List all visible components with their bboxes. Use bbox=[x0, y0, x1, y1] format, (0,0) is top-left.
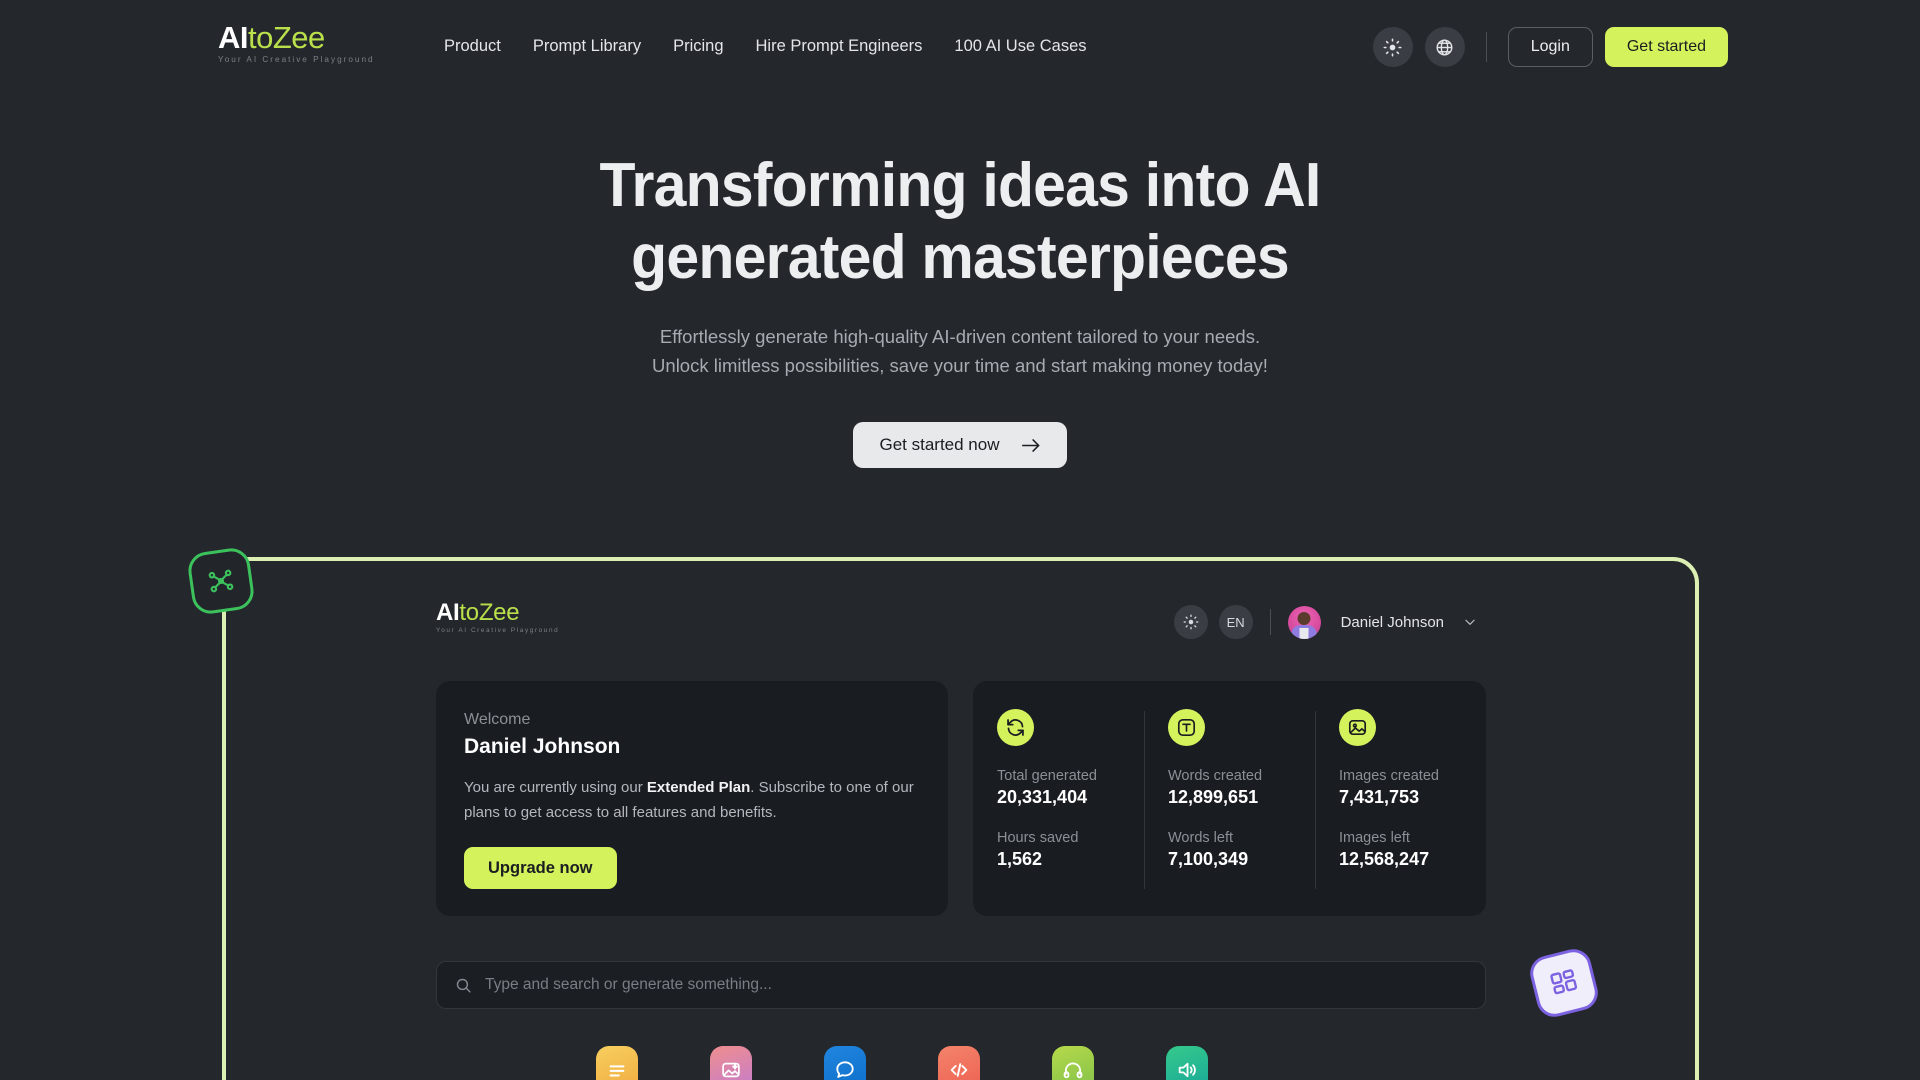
tool-speech-button[interactable] bbox=[1166, 1046, 1208, 1080]
upgrade-now-button[interactable]: Upgrade now bbox=[464, 847, 617, 889]
landing-page: AItoZee Your AI Creative Playground Prod… bbox=[0, 0, 1920, 1080]
site-logo[interactable]: AItoZee Your AI Creative Playground bbox=[218, 22, 375, 64]
sun-icon bbox=[1183, 614, 1199, 630]
get-started-button[interactable]: Get started bbox=[1604, 27, 1728, 67]
dashboard-logo-tagline: Your AI Creative Playground bbox=[436, 627, 560, 634]
stat-spacer bbox=[997, 808, 1120, 830]
language-selector-button[interactable] bbox=[1424, 27, 1465, 67]
stat-label-secondary: Words left bbox=[1168, 830, 1234, 846]
nav-divider bbox=[1485, 32, 1487, 62]
tool-text-button[interactable] bbox=[596, 1046, 638, 1080]
hero-section: Transforming ideas into AI generated mas… bbox=[0, 150, 1920, 468]
nav-link-pricing[interactable]: Pricing bbox=[657, 37, 739, 56]
welcome-user-name: Daniel Johnson bbox=[464, 735, 621, 758]
speaker-icon bbox=[1176, 1059, 1198, 1080]
text-t-icon bbox=[1168, 709, 1205, 746]
stat-spacer bbox=[1339, 808, 1462, 830]
hero-subtitle-line-2: Unlock limitless possibilities, save you… bbox=[652, 355, 1268, 376]
chevron-down-icon[interactable] bbox=[1463, 615, 1477, 629]
network-node-icon bbox=[205, 565, 237, 597]
hero-heading-line-2: generated masterpieces bbox=[631, 223, 1289, 292]
dashboard-preview-content: AItoZee Your AI Creative Playground EN D… bbox=[226, 561, 1695, 1080]
welcome-desc-before: You are currently using our bbox=[464, 779, 647, 796]
welcome-card: Welcome Daniel Johnson You are currently… bbox=[436, 681, 948, 916]
top-navigation-bar: AItoZee Your AI Creative Playground Prod… bbox=[0, 0, 1920, 96]
stat-label: Total generated bbox=[997, 768, 1097, 784]
hero-cta-label: Get started now bbox=[879, 435, 1000, 454]
tool-image-button[interactable] bbox=[710, 1046, 752, 1080]
dashboard-header-actions: EN Daniel Johnson bbox=[1173, 605, 1477, 639]
nav-link-product[interactable]: Product bbox=[444, 37, 517, 56]
stats-card: Total generated 20,331,404 Hours saved 1… bbox=[973, 681, 1486, 916]
hero-subtitle: Effortlessly generate high-quality AI-dr… bbox=[0, 322, 1920, 380]
dashboard-logo-text: AItoZee bbox=[436, 601, 1677, 625]
logo-tagline: Your AI Creative Playground bbox=[218, 55, 375, 64]
nav-actions: Login Get started bbox=[1372, 27, 1728, 67]
grid-dashboard-icon bbox=[1546, 965, 1582, 1001]
dashboard-preview-frame: AItoZee Your AI Creative Playground EN D… bbox=[222, 557, 1699, 1080]
logo-text: AItoZee bbox=[218, 22, 368, 53]
dashboard-header-divider bbox=[1269, 609, 1271, 635]
stat-label-secondary: Hours saved bbox=[997, 830, 1079, 846]
search-input[interactable]: Type and search or generate something... bbox=[436, 961, 1486, 1009]
globe-icon bbox=[1435, 38, 1454, 57]
stat-label: Words created bbox=[1168, 768, 1263, 784]
text-lines-icon bbox=[606, 1059, 628, 1080]
stat-column-images-created: Images created 7,431,753 Images left 12,… bbox=[1315, 709, 1486, 916]
avatar-face bbox=[1297, 611, 1311, 625]
dashboard-user-name[interactable]: Daniel Johnson bbox=[1341, 614, 1444, 631]
hero-subtitle-line-1: Effortlessly generate high-quality AI-dr… bbox=[659, 326, 1261, 347]
welcome-label: Welcome bbox=[464, 711, 531, 728]
nav-link-hire-prompt-engineers[interactable]: Hire Prompt Engineers bbox=[740, 37, 939, 56]
avatar-shirt bbox=[1299, 627, 1309, 639]
tool-code-button[interactable] bbox=[938, 1046, 980, 1080]
stat-label-secondary: Images left bbox=[1339, 830, 1410, 846]
stat-value-secondary: 12,568,247 bbox=[1339, 849, 1430, 869]
stat-value: 20,331,404 bbox=[997, 787, 1088, 807]
dashboard-theme-toggle-button[interactable] bbox=[1173, 605, 1208, 639]
floating-network-badge bbox=[185, 545, 257, 617]
dashboard-logo[interactable]: AItoZee Your AI Creative Playground bbox=[436, 601, 1677, 635]
nav-link-100-ai-use-cases[interactable]: 100 AI Use Cases bbox=[938, 37, 1102, 56]
dashboard-logo-tozee: toZee bbox=[459, 599, 520, 626]
tool-chat-button[interactable] bbox=[824, 1046, 866, 1080]
sun-icon bbox=[1383, 37, 1402, 57]
logo-text-tozee: toZee bbox=[248, 20, 325, 55]
welcome-plan-name: Extended Plan bbox=[646, 779, 751, 796]
chat-bubble-icon bbox=[834, 1059, 856, 1080]
refresh-icon bbox=[997, 709, 1034, 746]
dashboard-cards-row: Welcome Daniel Johnson You are currently… bbox=[436, 681, 1486, 916]
dashboard-header: AItoZee Your AI Creative Playground EN D… bbox=[436, 601, 1677, 659]
hero-heading-line-1: Transforming ideas into AI bbox=[599, 151, 1322, 220]
dashboard-logo-ai: AI bbox=[436, 599, 460, 626]
tool-audio-assistant-button[interactable] bbox=[1052, 1046, 1094, 1080]
stat-column-words-created: Words created 12,899,651 Words left 7,10… bbox=[1144, 709, 1315, 916]
hero-cta-wrapper: Get started now bbox=[0, 422, 1920, 468]
stat-spacer bbox=[1168, 808, 1291, 830]
search-placeholder: Type and search or generate something... bbox=[485, 976, 772, 993]
stat-column-total-generated: Total generated 20,331,404 Hours saved 1… bbox=[973, 709, 1144, 916]
avatar[interactable] bbox=[1287, 605, 1321, 639]
theme-toggle-button[interactable] bbox=[1372, 27, 1413, 67]
headphones-icon bbox=[1062, 1059, 1084, 1080]
code-icon bbox=[948, 1059, 970, 1080]
stat-label: Images created bbox=[1339, 768, 1439, 784]
tool-shortcuts-row bbox=[596, 1046, 1208, 1080]
stat-value: 7,431,753 bbox=[1339, 787, 1420, 807]
dashboard-language-button[interactable]: EN bbox=[1218, 605, 1253, 639]
nav-links: Product Prompt Library Pricing Hire Prom… bbox=[444, 37, 1103, 56]
stat-value: 12,899,651 bbox=[1168, 787, 1259, 807]
arrow-right-icon bbox=[1021, 438, 1041, 453]
stat-value-secondary: 7,100,349 bbox=[1168, 849, 1249, 869]
stat-value-secondary: 1,562 bbox=[997, 849, 1043, 869]
welcome-description: You are currently using our Extended Pla… bbox=[464, 775, 919, 825]
image-sparkle-icon bbox=[720, 1059, 742, 1080]
nav-link-prompt-library[interactable]: Prompt Library bbox=[517, 37, 657, 56]
login-button[interactable]: Login bbox=[1507, 27, 1593, 67]
image-icon bbox=[1339, 709, 1376, 746]
hero-get-started-now-button[interactable]: Get started now bbox=[853, 422, 1067, 468]
logo-text-ai: AI bbox=[218, 20, 249, 55]
page-title: Transforming ideas into AI generated mas… bbox=[48, 150, 1872, 294]
search-icon bbox=[455, 977, 472, 994]
